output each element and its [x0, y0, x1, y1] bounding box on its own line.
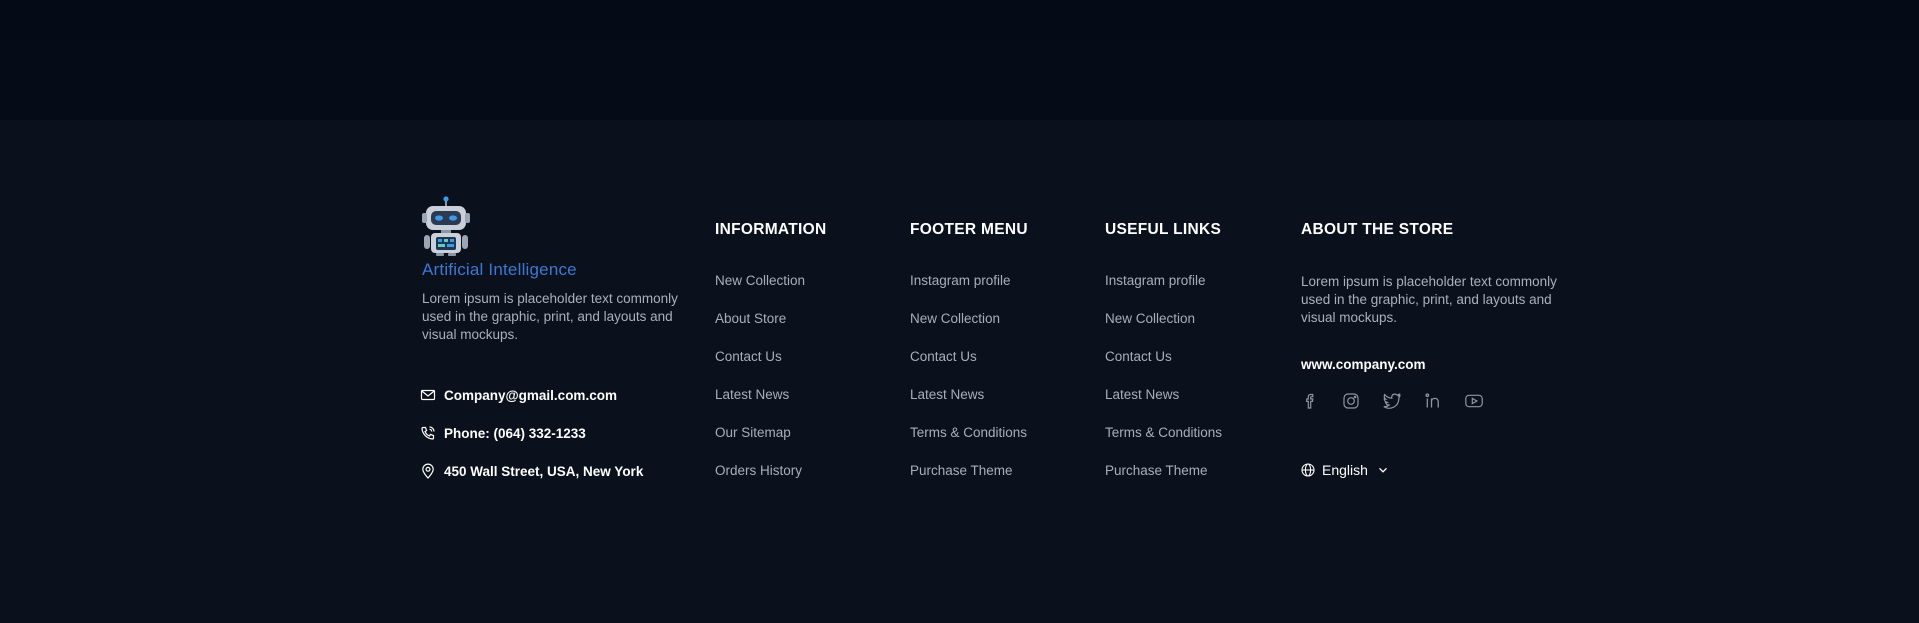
- useful-link[interactable]: Contact Us: [1105, 349, 1172, 364]
- contact-phone-text: Phone: (064) 332-1233: [444, 425, 586, 441]
- globe-icon: [1301, 463, 1315, 477]
- information-link[interactable]: Contact Us: [715, 349, 782, 364]
- chevron-down-icon: [1378, 467, 1387, 473]
- youtube-icon[interactable]: [1464, 391, 1484, 411]
- language-label: English: [1322, 462, 1368, 478]
- information-column: INFORMATION New Collection About Store C…: [715, 221, 827, 478]
- facebook-icon[interactable]: [1300, 391, 1320, 411]
- about-store-column: ABOUT THE STORE: [1301, 221, 1453, 239]
- linkedin-icon[interactable]: [1423, 391, 1443, 411]
- contact-phone[interactable]: Phone: (064) 332-1233: [420, 425, 680, 441]
- robot-icon: [422, 196, 470, 256]
- about-store-description: Lorem ipsum is placeholder text commonly…: [1301, 274, 1557, 325]
- useful-link[interactable]: Instagram profile: [1105, 273, 1206, 288]
- contact-address[interactable]: 450 Wall Street, USA, New York: [420, 463, 680, 479]
- brand-block: Artificial Intelligence Lorem ipsum is p…: [422, 196, 692, 344]
- twitter-icon[interactable]: [1382, 391, 1402, 411]
- contact-address-text: 450 Wall Street, USA, New York: [444, 463, 644, 479]
- useful-link[interactable]: Latest News: [1105, 387, 1179, 402]
- footer-menu-link[interactable]: Contact Us: [910, 349, 977, 364]
- location-pin-icon: [422, 463, 434, 479]
- information-link[interactable]: Our Sitemap: [715, 425, 791, 440]
- useful-link[interactable]: Purchase Theme: [1105, 463, 1208, 478]
- useful-links-heading: USEFUL LINKS: [1105, 221, 1222, 238]
- top-band: [0, 0, 1919, 120]
- footer-menu-link[interactable]: Terms & Conditions: [910, 425, 1027, 440]
- useful-link[interactable]: New Collection: [1105, 311, 1195, 326]
- instagram-icon[interactable]: [1341, 391, 1361, 411]
- footer-menu-link[interactable]: Purchase Theme: [910, 463, 1013, 478]
- language-selector[interactable]: English: [1301, 462, 1389, 478]
- brand-name: Artificial Intelligence: [422, 260, 577, 279]
- useful-links-column: USEFUL LINKS Instagram profile New Colle…: [1105, 221, 1222, 478]
- phone-icon: [421, 426, 435, 440]
- information-link[interactable]: New Collection: [715, 273, 805, 288]
- information-link[interactable]: Orders History: [715, 463, 802, 478]
- about-store-heading: ABOUT THE STORE: [1301, 221, 1454, 238]
- website-link[interactable]: www.company.com: [1301, 357, 1426, 372]
- information-heading: INFORMATION: [715, 221, 827, 238]
- footer-menu-heading: FOOTER MENU: [910, 221, 1028, 238]
- brand-description: Lorem ipsum is placeholder text commonly…: [422, 291, 678, 342]
- information-link[interactable]: Latest News: [715, 387, 789, 402]
- mail-icon: [420, 389, 436, 401]
- site-footer: [0, 120, 1919, 623]
- contact-email[interactable]: Company@gmail.com.com: [420, 387, 680, 403]
- useful-link[interactable]: Terms & Conditions: [1105, 425, 1222, 440]
- footer-menu-link[interactable]: Instagram profile: [910, 273, 1011, 288]
- information-link[interactable]: About Store: [715, 311, 786, 326]
- footer-menu-link[interactable]: Latest News: [910, 387, 984, 402]
- footer-menu-column: FOOTER MENU Instagram profile New Collec…: [910, 221, 1028, 478]
- footer-menu-link[interactable]: New Collection: [910, 311, 1000, 326]
- social-links: [1300, 391, 1505, 411]
- contact-email-text: Company@gmail.com.com: [444, 387, 617, 403]
